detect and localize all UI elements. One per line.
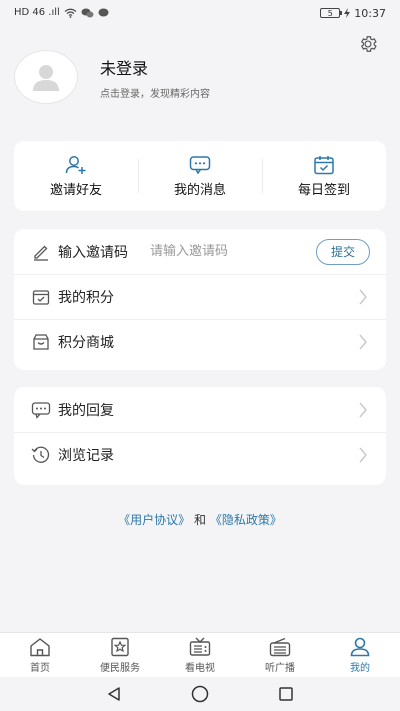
- points-store-label: 积分商城: [58, 335, 114, 351]
- tab-radio[interactable]: 听广播: [240, 633, 320, 677]
- status-right: 5 10:37: [320, 7, 386, 20]
- tab-tv[interactable]: 看电视: [160, 633, 240, 677]
- wifi-icon: [64, 8, 77, 18]
- settings-button[interactable]: [356, 32, 380, 56]
- daily-checkin-button[interactable]: 每日签到: [262, 141, 386, 211]
- service-icon: [111, 637, 129, 656]
- avatar[interactable]: [14, 50, 78, 104]
- tab-services[interactable]: 便民服务: [80, 633, 160, 677]
- user-icon: [350, 637, 370, 656]
- message-icon: [189, 155, 211, 174]
- privacy-policy-link[interactable]: 《隐私政策》: [210, 513, 282, 527]
- charging-icon: [344, 8, 351, 18]
- invite-code-label: 输入邀请码: [58, 244, 128, 261]
- pencil-icon: [30, 241, 52, 263]
- back-button[interactable]: [101, 681, 127, 707]
- tv-icon: [189, 637, 211, 656]
- agreement-links: 《用户协议》 和 《隐私政策》: [0, 511, 400, 528]
- home-nav-button[interactable]: [187, 681, 213, 707]
- chat-icon: [98, 8, 109, 17]
- back-triangle-icon: [108, 687, 120, 701]
- account-list-card: 输入邀请码 提交 我的积分 积分商城: [14, 229, 386, 370]
- invite-friends-label: 邀请好友: [49, 182, 102, 198]
- invite-code-input[interactable]: [150, 244, 280, 259]
- chevron-right-icon: [359, 447, 367, 463]
- points-icon: [30, 286, 52, 308]
- quick-actions-card: 邀请好友 我的消息 每日签到: [14, 141, 386, 211]
- tab-radio-label: 听广播: [265, 662, 295, 674]
- agreement-and: 和: [193, 513, 206, 527]
- list-item-points-store[interactable]: 积分商城: [14, 319, 386, 364]
- store-icon: [30, 331, 52, 353]
- tab-home[interactable]: 首页: [0, 633, 80, 677]
- tab-mine[interactable]: 我的: [320, 633, 400, 677]
- profile-text: 未登录 点击登录，发现精彩内容: [100, 55, 210, 100]
- my-messages-button[interactable]: 我的消息: [138, 141, 262, 211]
- daily-checkin-label: 每日签到: [297, 182, 350, 198]
- home-icon: [30, 637, 50, 656]
- chevron-right-icon: [359, 402, 367, 417]
- list-item-browse-history[interactable]: 浏览记录: [14, 432, 386, 477]
- chevron-right-icon: [359, 289, 367, 305]
- battery-icon: 5: [320, 8, 343, 18]
- system-nav-bar: [0, 677, 400, 711]
- invite-friends-button[interactable]: 邀请好友: [14, 141, 138, 211]
- bottom-tab-bar: 首页 便民服务 看电视 听广播 我的: [0, 632, 400, 677]
- chevron-right-icon: [359, 334, 367, 350]
- history-icon: [30, 444, 52, 466]
- signal-indicators: HD 46 .ıll: [14, 7, 60, 18]
- profile-header[interactable]: 未登录 点击登录，发现精彩内容: [14, 50, 210, 104]
- reply-icon: [30, 399, 52, 421]
- submit-button[interactable]: 提交: [316, 238, 370, 265]
- calendar-check-icon: [314, 155, 334, 174]
- my-points-label: 我的积分: [58, 290, 114, 306]
- list-item-my-points[interactable]: 我的积分: [14, 274, 386, 319]
- my-messages-label: 我的消息: [173, 182, 226, 198]
- recents-square-icon: [279, 687, 293, 701]
- add-user-icon: [65, 155, 86, 174]
- radio-icon: [269, 637, 291, 656]
- status-left: HD 46 .ıll: [14, 8, 109, 18]
- list-item-my-replies[interactable]: 我的回复: [14, 387, 386, 432]
- recents-button[interactable]: [273, 681, 299, 707]
- invite-code-row: 输入邀请码 提交: [14, 229, 386, 274]
- clock: 10:37: [354, 6, 386, 20]
- tab-services-label: 便民服务: [100, 662, 140, 674]
- tab-home-label: 首页: [30, 662, 50, 674]
- tab-tv-label: 看电视: [185, 662, 215, 674]
- my-replies-label: 我的回复: [58, 402, 114, 419]
- login-title[interactable]: 未登录: [100, 55, 210, 79]
- browse-history-label: 浏览记录: [58, 448, 114, 464]
- gear-icon: [360, 36, 377, 52]
- status-bar: HD 46 .ıll 5 10:37: [0, 0, 400, 26]
- home-circle-icon: [191, 685, 209, 703]
- activity-list-card: 我的回复 浏览记录: [14, 387, 386, 485]
- user-agreement-link[interactable]: 《用户协议》: [118, 513, 190, 527]
- tab-mine-label: 我的: [350, 662, 370, 674]
- wechat-icon: [81, 8, 94, 18]
- default-avatar-icon: [33, 65, 59, 91]
- login-subtitle: 点击登录，发现精彩内容: [100, 88, 210, 100]
